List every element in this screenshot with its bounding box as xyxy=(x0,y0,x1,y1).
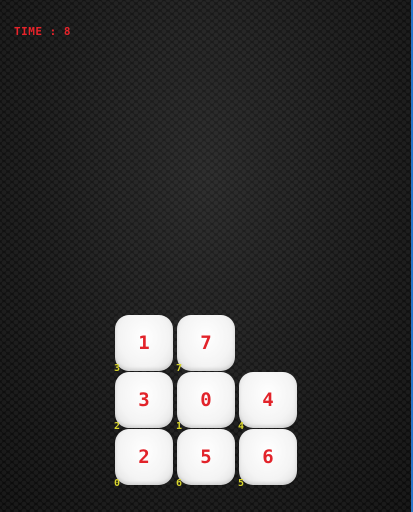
tile-number: 1 xyxy=(138,332,150,354)
tile-2[interactable]: 2 xyxy=(115,429,173,485)
timer-display: TIME : 8 xyxy=(14,25,71,38)
timer-label: TIME : xyxy=(14,25,57,38)
tile-4[interactable]: 4 xyxy=(239,372,297,428)
tile-number: 4 xyxy=(262,389,274,411)
tile-1[interactable]: 1 xyxy=(115,315,173,371)
tile-index-label: 4 xyxy=(238,421,245,432)
tile-number: 2 xyxy=(138,446,150,468)
tile-index-label: 3 xyxy=(114,363,121,374)
tile-0[interactable]: 0 xyxy=(177,372,235,428)
tile-index-label: 2 xyxy=(114,421,121,432)
tile-number: 5 xyxy=(200,446,212,468)
tile-number: 7 xyxy=(200,332,212,354)
timer-value: 8 xyxy=(63,25,71,38)
tile-5[interactable]: 5 xyxy=(177,429,235,485)
game-board-background: TIME : 8 1 7 3 0 4 2 5 6 3 7 2 1 4 0 6 5 xyxy=(0,0,413,512)
tile-index-label: 5 xyxy=(238,478,245,489)
tile-number: 6 xyxy=(262,446,274,468)
tile-number: 0 xyxy=(200,389,212,411)
tile-index-label: 0 xyxy=(114,478,121,489)
tile-index-label: 6 xyxy=(176,478,183,489)
tile-number: 3 xyxy=(138,389,150,411)
tile-3[interactable]: 3 xyxy=(115,372,173,428)
tile-index-label: 1 xyxy=(176,421,183,432)
tile-index-label: 7 xyxy=(176,363,183,374)
tile-6[interactable]: 6 xyxy=(239,429,297,485)
tile-7[interactable]: 7 xyxy=(177,315,235,371)
